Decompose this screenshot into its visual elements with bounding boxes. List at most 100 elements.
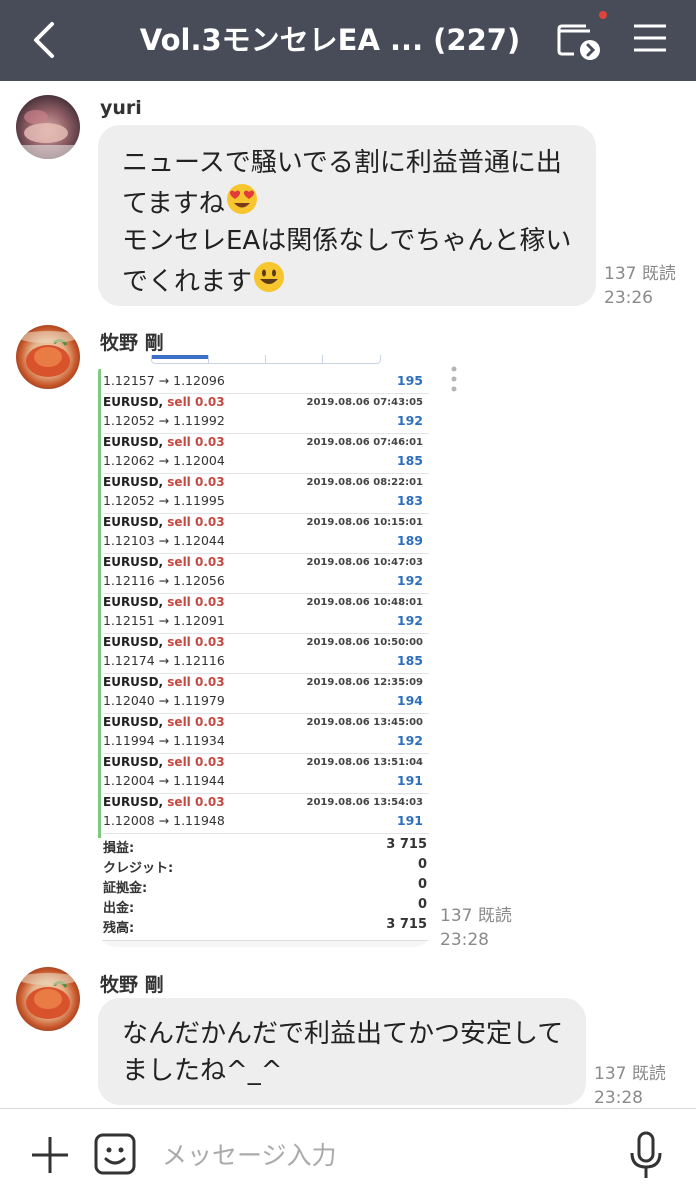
- trade-row: EURUSD, sell 0.03 2019.08.06 13:51:04 1.12…: [103, 753, 429, 794]
- trade-datetime: 2019.08.06 10:50:00: [306, 637, 424, 648]
- trade-row: EURUSD, sell 0.03 2019.08.06 10:50:00 1.12…: [103, 633, 429, 674]
- trade-action: sell 0.03: [167, 395, 225, 409]
- read-receipt: 137 既読 23:26: [604, 262, 676, 310]
- sticker-icon[interactable]: [94, 1133, 136, 1175]
- trade-action: sell 0.03: [167, 435, 225, 449]
- trade-points: 192: [396, 733, 423, 748]
- summary-row: 残高: 3 715: [103, 917, 427, 937]
- smiley-emoji: [254, 262, 285, 292]
- summary-value: 3 715: [386, 837, 427, 852]
- message-line: モンセレEAは関係なしでちゃんと稼い: [122, 226, 572, 256]
- trade-action: sell 0.03: [167, 675, 225, 689]
- trade-datetime: 2019.08.06 07:43:05: [306, 397, 424, 408]
- symbol-name: EURUSD,: [103, 715, 164, 729]
- symbol-name: EURUSD,: [103, 515, 164, 529]
- read-receipt: 137 既読 23:28: [594, 1062, 666, 1110]
- message-line: でくれます: [122, 267, 253, 297]
- message-time: 23:28: [440, 930, 489, 950]
- mic-icon[interactable]: [628, 1131, 664, 1181]
- summary-value: 3 715: [386, 917, 427, 932]
- trade-symbol: EURUSD, sell 0.03: [103, 395, 225, 409]
- trade-datetime: 2019.08.06 07:46:01: [306, 437, 424, 448]
- read-receipt: 137 既読 23:28: [440, 904, 512, 952]
- plus-icon[interactable]: [30, 1135, 70, 1175]
- kebab-menu-icon[interactable]: [450, 365, 458, 393]
- trade-row: EURUSD, sell 0.03 2019.08.06 07:43:05 1.12…: [103, 393, 429, 434]
- message-time: 23:28: [594, 1088, 643, 1108]
- trade-prices: 1.12116 → 1.12056: [103, 573, 225, 588]
- trade-row: EURUSD, sell 0.03 2019.08.06 12:35:09 1.12…: [103, 673, 429, 714]
- summary-label: 出金:: [103, 901, 135, 916]
- message-line: ニュースで騒いでる割に利益普通に出: [122, 148, 562, 178]
- cast-icon[interactable]: [556, 20, 602, 62]
- menu-icon[interactable]: [632, 22, 668, 54]
- trade-prices: 1.12103 → 1.12044: [103, 533, 225, 548]
- trade-points: 195: [396, 373, 423, 388]
- summary-label: 証拠金:: [103, 881, 148, 896]
- trade-history-image[interactable]: 1.12157 → 1.12096 195 EURUSD, sell 0.03 201…: [98, 355, 432, 947]
- trade-points: 192: [396, 613, 423, 628]
- summary-row: 証拠金: 0: [103, 877, 427, 897]
- message-bubble[interactable]: なんだかんだで利益出てかつ安定して ましたね^_^: [98, 998, 586, 1105]
- trade-points: 183: [396, 493, 423, 508]
- trade-points: 185: [396, 653, 423, 668]
- trade-datetime: 2019.08.06 13:51:04: [306, 757, 424, 768]
- trade-prices: 1.12062 → 1.12004: [103, 453, 225, 468]
- trade-prices: 1.12052 → 1.11992: [103, 413, 225, 428]
- trade-symbol: EURUSD, sell 0.03: [103, 635, 225, 649]
- trade-action: sell 0.03: [167, 595, 225, 609]
- sender-name: 牧野 剛: [100, 332, 164, 354]
- trade-symbol: EURUSD, sell 0.03: [103, 515, 225, 529]
- heart-eyes-emoji: [226, 184, 257, 214]
- trade-symbol: EURUSD, sell 0.03: [103, 555, 225, 569]
- trade-datetime: 2019.08.06 10:48:01: [306, 597, 424, 608]
- summary-value: 0: [417, 897, 427, 912]
- symbol-name: EURUSD,: [103, 595, 164, 609]
- trade-action: sell 0.03: [167, 555, 225, 569]
- symbol-name: EURUSD,: [103, 635, 164, 649]
- avatar-makino[interactable]: [16, 325, 80, 389]
- message-input[interactable]: [160, 1133, 584, 1177]
- chat-title: Vol.3モンセレEA ... (227): [139, 23, 521, 57]
- message-time: 23:26: [604, 288, 653, 308]
- symbol-name: EURUSD,: [103, 475, 164, 489]
- summary-label: 残高:: [103, 921, 135, 936]
- trade-prices: 1.12040 → 1.11979: [103, 693, 225, 708]
- trade-points: 191: [396, 773, 423, 788]
- trade-action: sell 0.03: [167, 515, 225, 529]
- trade-prices: 1.12157 → 1.12096: [103, 373, 225, 388]
- symbol-name: EURUSD,: [103, 675, 164, 689]
- message-line: てますね: [122, 189, 225, 219]
- trade-points: 192: [396, 413, 423, 428]
- trade-points: 185: [396, 453, 423, 468]
- trade-row: EURUSD, sell 0.03 2019.08.06 10:15:01 1.12…: [103, 513, 429, 554]
- trade-prices: 1.12004 → 1.11944: [103, 773, 225, 788]
- read-count: 137 既読: [594, 1064, 666, 1084]
- summary-label: クレジット:: [103, 861, 174, 876]
- summary-label: 損益:: [103, 841, 135, 856]
- back-icon[interactable]: [28, 20, 64, 60]
- trade-points: 191: [396, 813, 423, 828]
- trade-points: 189: [396, 533, 423, 548]
- symbol-name: EURUSD,: [103, 555, 164, 569]
- symbol-name: EURUSD,: [103, 435, 164, 449]
- trade-datetime: 2019.08.06 10:15:01: [306, 517, 424, 528]
- message-bubble[interactable]: ニュースで騒いでる割に利益普通に出 てますね モンセレEAは関係なしでちゃんと稼…: [98, 125, 596, 306]
- avatar-yuri[interactable]: [16, 95, 80, 159]
- sender-name: yuri: [100, 97, 142, 119]
- trade-points: 192: [396, 573, 423, 588]
- read-count: 137 既読: [440, 906, 512, 926]
- avatar-image: [18, 331, 78, 377]
- trade-row: 1.12157 → 1.12096 195: [103, 355, 429, 394]
- avatar-makino[interactable]: [16, 967, 80, 1031]
- notification-dot: [599, 11, 607, 19]
- trade-action: sell 0.03: [167, 755, 225, 769]
- trade-symbol: EURUSD, sell 0.03: [103, 715, 225, 729]
- message-input-bar: [0, 1108, 696, 1201]
- trade-symbol: EURUSD, sell 0.03: [103, 595, 225, 609]
- trade-action: sell 0.03: [167, 715, 225, 729]
- trade-prices: 1.12174 → 1.12116: [103, 653, 225, 668]
- avatar-image: [16, 110, 80, 159]
- trade-action: sell 0.03: [167, 795, 225, 809]
- trade-symbol: EURUSD, sell 0.03: [103, 795, 225, 809]
